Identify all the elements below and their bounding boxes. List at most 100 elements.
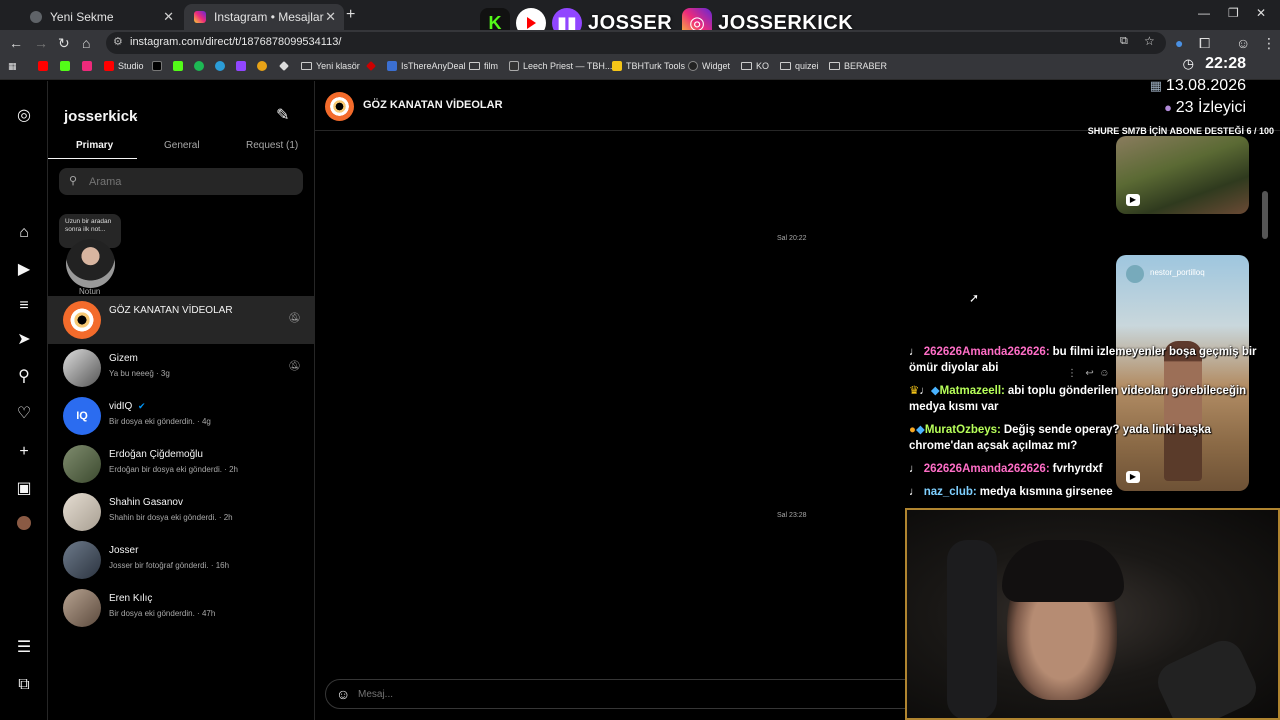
conversation-item[interactable]: Shahin Gasanov Shahin bir dosya eki gönd… bbox=[48, 488, 314, 536]
reload-icon[interactable]: ↻ bbox=[58, 35, 70, 52]
back-icon[interactable]: ← bbox=[9, 35, 23, 51]
bookmark-folder-beraber[interactable]: BERABER bbox=[829, 61, 887, 71]
bookmark-youtube[interactable] bbox=[38, 61, 52, 71]
conversation-item[interactable]: Gizem Ya bu neeeğ · 3g 🔕︎ bbox=[48, 344, 314, 392]
viewer-count: 23 İzleyici bbox=[1175, 99, 1246, 116]
bookmark-mask[interactable] bbox=[257, 61, 271, 71]
message-input[interactable] bbox=[358, 686, 858, 703]
bookmark-twitch[interactable] bbox=[236, 61, 250, 71]
bookmark-folder-ko[interactable]: KO bbox=[741, 61, 769, 71]
chevron-down-icon[interactable]: ⌄ bbox=[131, 111, 139, 122]
home-icon[interactable]: ⌂ bbox=[15, 224, 33, 242]
mouse-cursor-icon: ➚ bbox=[969, 291, 980, 305]
bookmark-star-icon[interactable]: ☆ bbox=[1144, 34, 1155, 48]
bookmark-leech-priest[interactable]: Leech Priest — TBH... bbox=[509, 61, 612, 71]
bookmark-folder-quizei[interactable]: quizei bbox=[780, 61, 819, 71]
profile-icon[interactable]: ☺ bbox=[1236, 35, 1250, 51]
tab-label: Instagram • Mesajlar bbox=[214, 10, 324, 24]
maximize-icon[interactable]: ❐ bbox=[1228, 6, 1239, 20]
music-note-icon: ♩ bbox=[909, 463, 921, 475]
viewer-icon: ● bbox=[1164, 100, 1172, 115]
conversation-item[interactable]: GÖZ KANATAN VİDEOLAR 🔕︎ bbox=[48, 296, 314, 344]
bookmark-widget[interactable]: Widget bbox=[688, 61, 730, 71]
user-avatar bbox=[63, 589, 101, 627]
extension-icon[interactable]: ● bbox=[1175, 35, 1183, 51]
bookmark-folder-film[interactable]: film bbox=[469, 61, 498, 71]
bookmark-folder-yeni-klasor[interactable]: Yeni klasör bbox=[301, 61, 360, 71]
conversation-item[interactable]: Josser Josser bir fotoğraf gönderdi. · 1… bbox=[48, 536, 314, 584]
create-plus-icon[interactable]: + bbox=[15, 443, 33, 461]
conversation-name: vidIQ bbox=[109, 401, 133, 412]
close-tab-icon[interactable]: ✕ bbox=[163, 9, 174, 25]
crown-icon: ♛ bbox=[909, 385, 920, 397]
bookmark-kick-2[interactable] bbox=[173, 61, 187, 71]
user-avatar bbox=[63, 541, 101, 579]
search-icon[interactable]: ⚲ bbox=[15, 368, 33, 386]
home-icon[interactable]: ⌂ bbox=[82, 35, 90, 51]
music-note-icon: ♩ bbox=[919, 385, 931, 397]
account-username[interactable]: josserkick bbox=[64, 108, 137, 125]
chat-title[interactable]: GÖZ KANATAN VİDEOLAR bbox=[363, 99, 503, 111]
install-icon[interactable]: ⧉ bbox=[1120, 35, 1128, 48]
bookmark-tbhturk-tools[interactable]: TBHTurk Tools bbox=[612, 61, 685, 71]
tab-general[interactable]: General bbox=[164, 140, 200, 151]
profile-avatar-icon[interactable] bbox=[17, 516, 31, 530]
conversation-preview: Bir dosya eki gönderdin. · 47h bbox=[109, 609, 216, 618]
reels-icon[interactable]: ▶ bbox=[15, 261, 33, 279]
close-window-icon[interactable]: ✕ bbox=[1256, 6, 1266, 20]
group-avatar bbox=[63, 301, 101, 339]
minimize-icon[interactable]: — bbox=[1198, 6, 1210, 20]
close-tab-icon[interactable]: ✕ bbox=[325, 9, 336, 25]
bookmark-diamond[interactable] bbox=[279, 61, 293, 71]
site-info-icon[interactable]: ⚙ bbox=[113, 35, 123, 48]
bookmark-isthereanydeal[interactable]: IsThereAnyDeal bbox=[387, 61, 466, 71]
dashboard-icon[interactable]: ▣ bbox=[15, 480, 33, 498]
bookmark-red[interactable] bbox=[366, 61, 380, 71]
feed-filter-icon[interactable]: ≡ bbox=[15, 297, 33, 315]
shared-reel[interactable]: ▶ bbox=[1116, 136, 1249, 214]
new-tab-button[interactable]: + bbox=[346, 6, 355, 24]
bookmark-edge[interactable] bbox=[215, 61, 229, 71]
globe-icon bbox=[30, 11, 42, 23]
compose-message-icon[interactable]: ✎ bbox=[276, 105, 289, 125]
instagram-logo-icon[interactable]: ◎ bbox=[15, 107, 33, 125]
conversation-name: Shahin Gasanov bbox=[109, 497, 183, 508]
menu-kebab-icon[interactable]: ⋮ bbox=[1262, 35, 1276, 52]
address-bar[interactable]: ⚙ instagram.com/direct/t/187687809953411… bbox=[106, 32, 1166, 54]
conversation-preview: Josser bir fotoğraf gönderdi. · 16h bbox=[109, 561, 230, 570]
bookmark-spotify[interactable] bbox=[194, 61, 208, 71]
apps-grid-icon[interactable]: ▦ bbox=[8, 61, 17, 72]
search-field[interactable]: ⚲ bbox=[59, 168, 303, 195]
forward-icon[interactable]: → bbox=[34, 35, 48, 51]
bookmark-tiktok[interactable] bbox=[152, 61, 166, 71]
emoji-icon[interactable]: ☺ bbox=[336, 686, 350, 702]
conversation-item[interactable]: Eren Kılıç Bir dosya eki gönderdin. · 47… bbox=[48, 584, 314, 632]
calendar-icon: ▦ bbox=[1149, 78, 1162, 93]
conversation-name: Erdoğan Çiğdemoğlu bbox=[109, 449, 203, 460]
bookmark-instagram[interactable] bbox=[82, 61, 96, 71]
scrollbar-thumb[interactable] bbox=[1262, 191, 1268, 239]
tab-requests[interactable]: Request (1) bbox=[246, 140, 298, 151]
tab-instagram[interactable]: Instagram • Mesajlar ✕ bbox=[184, 4, 344, 30]
message-composer[interactable]: ☺ bbox=[325, 679, 925, 709]
conversation-item[interactable]: IQ vidIQ ✔ Bir dosya eki gönderdin. · 4g bbox=[48, 392, 314, 440]
note-avatar[interactable] bbox=[66, 239, 115, 288]
user-avatar: IQ bbox=[63, 397, 101, 435]
search-input[interactable] bbox=[89, 173, 289, 190]
verified-badge-icon: ✔ bbox=[138, 401, 146, 411]
direct-messages-icon[interactable]: ➤ bbox=[15, 331, 33, 349]
extensions-puzzle-icon[interactable]: ⧠ bbox=[1199, 35, 1210, 52]
tab-new-tab[interactable]: Yeni Sekme ✕ bbox=[20, 4, 182, 30]
apps-icon[interactable]: ⧉ bbox=[15, 676, 33, 694]
bookmark-studio[interactable]: Studio bbox=[104, 61, 144, 71]
tab-primary[interactable]: Primary bbox=[76, 140, 113, 151]
more-menu-icon[interactable]: ☰ bbox=[15, 639, 33, 657]
group-avatar[interactable] bbox=[325, 92, 354, 121]
timestamp: Sal 20:22 bbox=[777, 235, 807, 242]
notifications-heart-icon[interactable]: ♡ bbox=[15, 405, 33, 423]
conversation-item[interactable]: Erdoğan Çiğdemoğlu Erdoğan bir dosya eki… bbox=[48, 440, 314, 488]
bookmark-kick[interactable] bbox=[60, 61, 74, 71]
badge-icon: ● bbox=[909, 424, 916, 436]
stream-chat-overlay: ♩ 262626Amanda262626: bu filmi izlemeyenl… bbox=[909, 344, 1269, 507]
conversation-preview: Bir dosya eki gönderdin. · 4g bbox=[109, 417, 211, 426]
